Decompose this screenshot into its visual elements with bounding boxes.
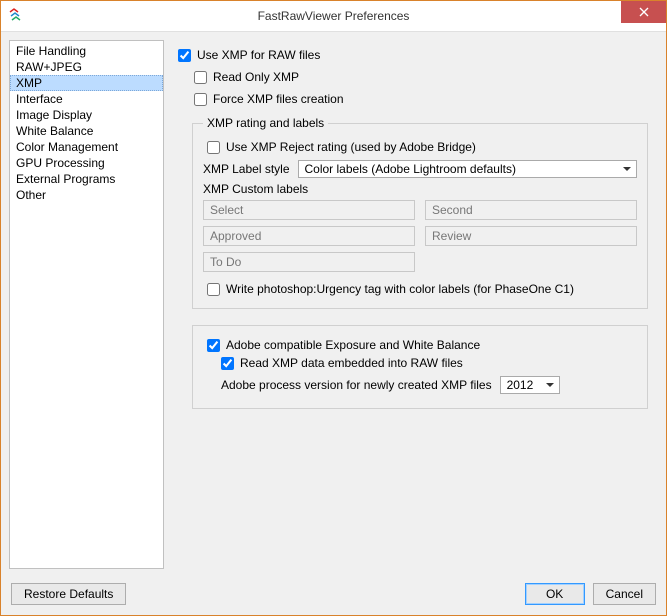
rating-labels-legend: XMP rating and labels bbox=[203, 116, 328, 130]
custom-label-input[interactable] bbox=[203, 200, 415, 220]
preferences-window: FastRawViewer Preferences File HandlingR… bbox=[0, 0, 667, 616]
cancel-button[interactable]: Cancel bbox=[593, 583, 656, 605]
process-version-dropdown[interactable]: 2012 bbox=[500, 376, 560, 394]
custom-labels-heading: XMP Custom labels bbox=[203, 182, 637, 196]
label-style-dropdown[interactable]: Color labels (Adobe Lightroom defaults) bbox=[298, 160, 638, 178]
custom-label-input[interactable] bbox=[203, 226, 415, 246]
write-urgency-label: Write photoshop:Urgency tag with color l… bbox=[226, 282, 574, 296]
sidebar-item[interactable]: GPU Processing bbox=[10, 155, 163, 171]
write-urgency-checkbox-row[interactable]: Write photoshop:Urgency tag with color l… bbox=[207, 280, 637, 298]
sidebar-item[interactable]: Image Display bbox=[10, 107, 163, 123]
label-style-value: Color labels (Adobe Lightroom defaults) bbox=[305, 161, 516, 177]
adobe-compat-checkbox[interactable] bbox=[207, 339, 220, 352]
sidebar-item[interactable]: RAW+JPEG bbox=[10, 59, 163, 75]
adobe-section: Adobe compatible Exposure and White Bala… bbox=[192, 325, 648, 409]
window-title: FastRawViewer Preferences bbox=[1, 9, 666, 23]
use-reject-checkbox[interactable] bbox=[207, 141, 220, 154]
process-version-label: Adobe process version for newly created … bbox=[221, 378, 492, 392]
read-only-checkbox-row[interactable]: Read Only XMP bbox=[194, 68, 658, 86]
read-embedded-label: Read XMP data embedded into RAW files bbox=[240, 356, 463, 370]
ok-button[interactable]: OK bbox=[525, 583, 585, 605]
sidebar-item[interactable]: File Handling bbox=[10, 43, 163, 59]
custom-labels-grid bbox=[203, 200, 637, 272]
custom-label-input[interactable] bbox=[425, 200, 637, 220]
write-urgency-checkbox[interactable] bbox=[207, 283, 220, 296]
rating-labels-group: XMP rating and labels Use XMP Reject rat… bbox=[192, 116, 648, 309]
use-reject-checkbox-row[interactable]: Use XMP Reject rating (used by Adobe Bri… bbox=[207, 138, 637, 156]
sidebar-item[interactable]: Other bbox=[10, 187, 163, 203]
sidebar-item[interactable]: XMP bbox=[10, 75, 163, 91]
sidebar-item[interactable]: Interface bbox=[10, 91, 163, 107]
label-style-row: XMP Label style Color labels (Adobe Ligh… bbox=[203, 160, 637, 178]
custom-label-input[interactable] bbox=[203, 252, 415, 272]
app-icon bbox=[9, 8, 25, 24]
process-version-row: Adobe process version for newly created … bbox=[221, 376, 637, 394]
force-creation-checkbox-row[interactable]: Force XMP files creation bbox=[194, 90, 658, 108]
force-creation-label: Force XMP files creation bbox=[213, 92, 344, 106]
adobe-compat-label: Adobe compatible Exposure and White Bala… bbox=[226, 338, 480, 352]
read-embedded-checkbox-row[interactable]: Read XMP data embedded into RAW files bbox=[221, 354, 637, 372]
read-only-checkbox[interactable] bbox=[194, 71, 207, 84]
process-version-value: 2012 bbox=[507, 377, 534, 393]
titlebar: FastRawViewer Preferences bbox=[1, 1, 666, 32]
close-button[interactable] bbox=[621, 1, 666, 23]
read-only-label: Read Only XMP bbox=[213, 70, 299, 84]
label-style-label: XMP Label style bbox=[203, 162, 290, 176]
custom-label-input[interactable] bbox=[425, 226, 637, 246]
sidebar-item[interactable]: Color Management bbox=[10, 139, 163, 155]
force-creation-checkbox[interactable] bbox=[194, 93, 207, 106]
sidebar-item[interactable]: External Programs bbox=[10, 171, 163, 187]
use-reject-label: Use XMP Reject rating (used by Adobe Bri… bbox=[226, 140, 476, 154]
footer: Restore Defaults OK Cancel bbox=[1, 577, 666, 615]
use-xmp-label: Use XMP for RAW files bbox=[197, 48, 320, 62]
adobe-compat-checkbox-row[interactable]: Adobe compatible Exposure and White Bala… bbox=[207, 336, 637, 354]
content-panel: Use XMP for RAW files Read Only XMP Forc… bbox=[174, 40, 658, 569]
body: File HandlingRAW+JPEGXMPInterfaceImage D… bbox=[1, 32, 666, 577]
use-xmp-checkbox[interactable] bbox=[178, 49, 191, 62]
sidebar: File HandlingRAW+JPEGXMPInterfaceImage D… bbox=[9, 40, 164, 569]
close-icon bbox=[639, 7, 649, 17]
use-xmp-checkbox-row[interactable]: Use XMP for RAW files bbox=[178, 46, 658, 64]
restore-defaults-button[interactable]: Restore Defaults bbox=[11, 583, 126, 605]
sidebar-item[interactable]: White Balance bbox=[10, 123, 163, 139]
read-embedded-checkbox[interactable] bbox=[221, 357, 234, 370]
